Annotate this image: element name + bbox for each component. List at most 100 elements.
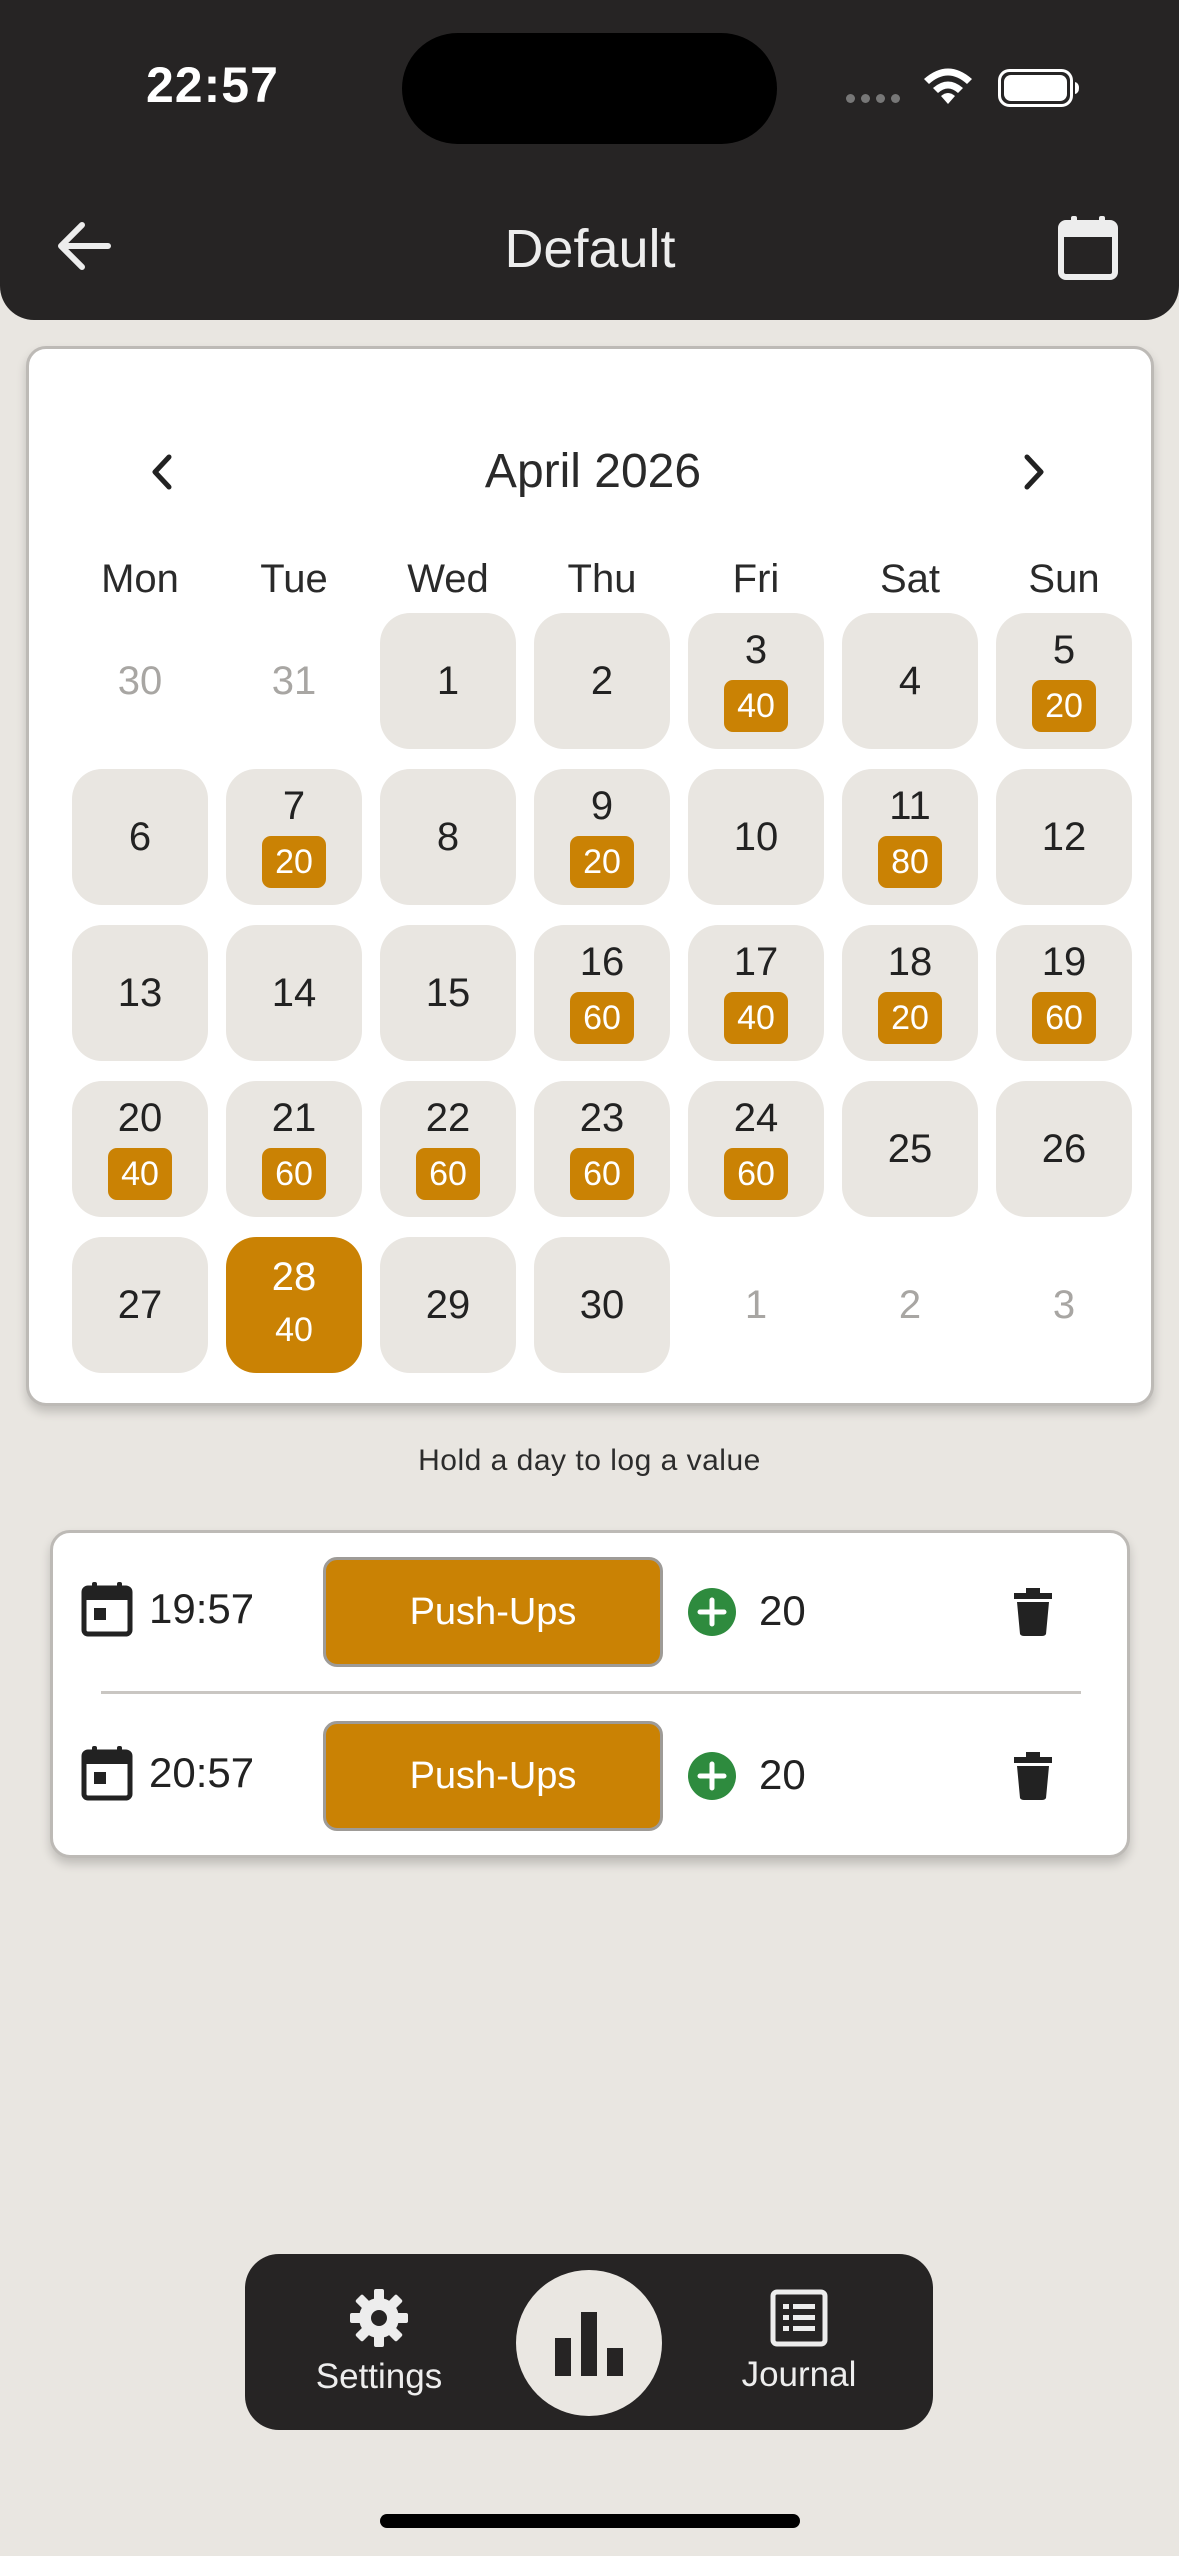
day-number: 28 [271,1255,317,1299]
day-value-badge: 40 [724,680,788,732]
day-number: 15 [425,971,471,1015]
calendar-day[interactable]: 25 [842,1081,978,1217]
calendar-day[interactable]: 15 [380,925,516,1061]
day-number: 20 [117,1096,163,1140]
nav-journal-label: Journal [741,2355,857,2394]
calendar-day[interactable]: 27 [72,1237,208,1373]
exercise-button[interactable]: Push-Ups [323,1557,663,1667]
day-number: 13 [117,971,163,1015]
calendar-day[interactable]: 29 [380,1237,516,1373]
calendar-day[interactable]: 2 [534,613,670,749]
list-document-icon [770,2289,828,2347]
calendar-day[interactable]: 6 [72,769,208,905]
calendar-event-icon [81,1746,133,1801]
day-number: 30 [579,1283,625,1327]
calendar-day[interactable]: 3 [996,1237,1132,1373]
day-value-badge: 20 [878,992,942,1044]
calendar-day[interactable]: 13 [72,925,208,1061]
day-number: 18 [887,940,933,984]
entry-row: 20:57 Push-Ups 20 [53,1721,1127,1841]
entry-divider [101,1691,1081,1694]
day-number: 3 [744,628,768,672]
arrow-left-icon [58,222,111,270]
delete-entry-button[interactable] [1003,1579,1063,1645]
back-button[interactable] [48,210,120,282]
calendar-day-selected[interactable]: 28 40 [226,1237,362,1373]
day-value-badge: 60 [416,1148,480,1200]
calendar-day[interactable]: 23 60 [534,1081,670,1217]
day-number: 5 [1052,628,1076,672]
day-value-badge: 60 [570,1148,634,1200]
bottom-nav: Settings Journal [245,2254,933,2430]
day-value-badge: 60 [570,992,634,1044]
calendar-day[interactable]: 30 [534,1237,670,1373]
calendar-day-grid: 30 31 1 2 3 40 4 5 20 6 7 20 8 9 20 10 11 80 12 13 14 15 16 60 1… [63,613,1141,1393]
day-number: 11 [889,784,931,828]
home-indicator [380,2514,800,2528]
day-number: 26 [1041,1127,1087,1171]
calendar-day[interactable]: 17 40 [688,925,824,1061]
calendar-card: April 2026 Mon Tue Wed Thu Fri Sat Sun 3… [26,346,1154,1406]
calendar-button[interactable] [1050,210,1126,286]
calendar-day[interactable]: 21 60 [226,1081,362,1217]
calendar-day[interactable]: 20 40 [72,1081,208,1217]
day-number: 6 [128,815,152,859]
day-number: 2 [590,659,614,703]
day-number: 4 [898,659,922,703]
day-number: 25 [887,1127,933,1171]
cellular-signal-icon [846,94,900,103]
delete-entry-button[interactable] [1003,1743,1063,1809]
calendar-day[interactable]: 2 [842,1237,978,1373]
calendar-day[interactable]: 4 [842,613,978,749]
calendar-day[interactable]: 31 [226,613,362,749]
day-value-badge: 80 [878,836,942,888]
nav-journal[interactable]: Journal [689,2254,909,2430]
calendar-day[interactable]: 1 [688,1237,824,1373]
month-title: April 2026 [484,445,702,498]
day-number: 31 [271,659,317,703]
calendar-day[interactable]: 19 60 [996,925,1132,1061]
calendar-day[interactable]: 30 [72,613,208,749]
calendar-day[interactable]: 9 20 [534,769,670,905]
entries-card: 19:57 Push-Ups 20 20:57 Push-Ups 20 [50,1530,1130,1858]
day-value-badge: 20 [570,836,634,888]
calendar-day[interactable]: 22 60 [380,1081,516,1217]
chevron-right-icon [1024,454,1044,490]
calendar-event-icon [81,1582,133,1637]
day-number: 23 [579,1096,625,1140]
calendar-day[interactable]: 18 20 [842,925,978,1061]
day-value-badge: 40 [275,1311,313,1349]
day-value-badge: 20 [262,836,326,888]
exercise-button[interactable]: Push-Ups [323,1721,663,1831]
day-value-badge: 60 [724,1148,788,1200]
weekday-header: Mon Tue Wed Thu Fri Sat Sun [63,557,1141,602]
day-number: 16 [579,940,625,984]
entry-row: 19:57 Push-Ups 20 [53,1557,1127,1677]
day-number: 10 [733,815,779,859]
next-month-button[interactable] [999,437,1069,507]
nav-settings[interactable]: Settings [269,2254,489,2430]
nav-stats[interactable] [516,2270,662,2416]
day-number: 24 [733,1096,779,1140]
calendar-day[interactable]: 11 80 [842,769,978,905]
calendar-day[interactable]: 16 60 [534,925,670,1061]
day-number: 7 [282,784,306,828]
plus-circle-icon [688,1752,736,1800]
hint-text: Hold a day to log a value [418,1444,761,1477]
gear-icon [350,2289,408,2347]
trash-icon [1014,1588,1052,1636]
day-number: 21 [271,1096,317,1140]
calendar-day[interactable]: 12 [996,769,1132,905]
previous-month-button[interactable] [127,437,197,507]
calendar-day[interactable]: 8 [380,769,516,905]
calendar-day[interactable]: 1 [380,613,516,749]
calendar-day[interactable]: 24 60 [688,1081,824,1217]
day-number: 17 [733,940,779,984]
day-number: 19 [1041,940,1087,984]
calendar-day[interactable]: 26 [996,1081,1132,1217]
calendar-day[interactable]: 14 [226,925,362,1061]
calendar-day[interactable]: 7 20 [226,769,362,905]
calendar-day[interactable]: 10 [688,769,824,905]
calendar-day[interactable]: 3 40 [688,613,824,749]
calendar-day[interactable]: 5 20 [996,613,1132,749]
